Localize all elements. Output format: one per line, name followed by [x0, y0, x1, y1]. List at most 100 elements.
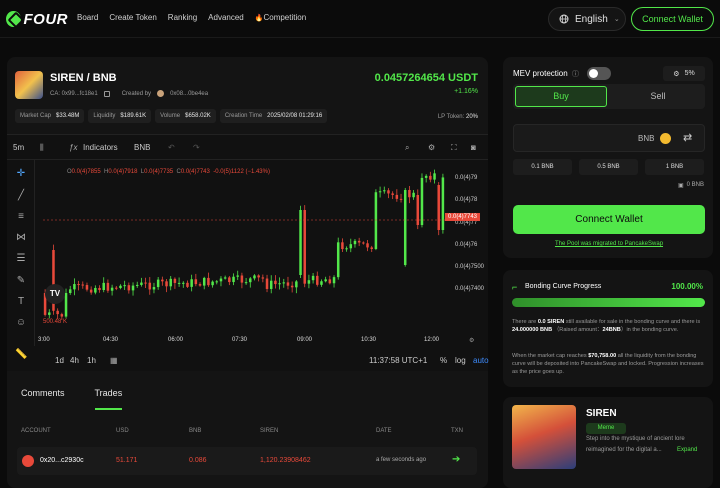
quick-amount-1[interactable]: 1 BNB [645, 159, 704, 175]
text-icon[interactable]: T [15, 297, 27, 307]
volume-label: 500.48 K [43, 319, 68, 325]
nav-board[interactable]: Board [77, 13, 98, 22]
txn-link-icon[interactable]: ➔ [452, 454, 460, 465]
trade-date: a few seconds ago [376, 457, 427, 463]
ruler-icon[interactable]: 📏 [15, 350, 27, 360]
token-card-name: SIREN [586, 408, 617, 419]
mev-toggle[interactable] [587, 67, 611, 80]
fib-icon[interactable]: ☰ [15, 254, 27, 264]
camera-icon[interactable]: ◙ [471, 143, 476, 152]
amount-input[interactable]: BNB ⇄ [513, 124, 705, 152]
drawing-toolbar: ✛ ╱ ≡ ⋈ ☰ ✎ T ☺ 📏 [7, 160, 35, 360]
candle-body [341, 242, 344, 250]
info-icon[interactable]: ⓘ [572, 69, 579, 79]
candle-body [424, 175, 428, 178]
quote-selector[interactable]: BNB [134, 143, 150, 152]
created-by-label: Created by [121, 90, 152, 97]
fx-icon[interactable]: ƒx [69, 143, 77, 152]
brush-icon[interactable]: ✎ [15, 276, 27, 286]
fullscreen-icon[interactable]: ⛶ [451, 143, 457, 153]
migration-link[interactable]: The Pool was migrated to PancakeSwap [513, 241, 705, 247]
currency-label: BNB [638, 134, 655, 143]
candle-body [269, 280, 273, 289]
nav-competition[interactable]: 🔥Competition [255, 13, 306, 22]
calendar-icon[interactable]: ▦ [110, 356, 118, 365]
buy-tab[interactable]: Buy [515, 86, 607, 107]
redo-icon[interactable]: ↷ [193, 143, 200, 152]
emoji-icon[interactable]: ☺ [15, 318, 27, 328]
trade-usd: 51.171 [116, 457, 138, 464]
undo-icon[interactable]: ↶ [168, 143, 175, 152]
range-1d[interactable]: 1d [55, 356, 64, 365]
candle-body [286, 282, 290, 286]
auto-toggle[interactable]: auto [473, 356, 489, 365]
trendline-icon[interactable]: ╱ [15, 191, 27, 201]
nav-ranking[interactable]: Ranking [168, 13, 197, 22]
percent-toggle[interactable]: % [440, 356, 447, 365]
header-connect-wallet-button[interactable]: Connect Wallet [631, 7, 714, 31]
copy-icon[interactable] [103, 90, 110, 97]
tradingview-logo[interactable]: TV [45, 284, 65, 304]
quick-amount-0.1[interactable]: 0.1 BNB [513, 159, 572, 175]
trade-bnb: 0.086 [189, 457, 207, 464]
crosshair-icon[interactable]: ✛ [15, 169, 27, 179]
four-logo[interactable]: FOUR [6, 8, 68, 30]
candle-body [345, 248, 348, 250]
stat-creation-time: Creation Time 2025/02/08 01:29:16 [219, 109, 328, 123]
candle-body [215, 281, 219, 283]
quick-amount-0.5[interactable]: 0.5 BNB [579, 159, 638, 175]
nav-create-token[interactable]: Create Token [109, 13, 156, 22]
last-price-tag: 0.0(4)7743 [445, 213, 481, 221]
tab-trades[interactable]: Trades [94, 388, 123, 410]
bonding-icon: ⌐ [512, 282, 518, 292]
expand-link[interactable]: Expand [677, 447, 697, 453]
token-card-desc-1: Step into the mystique of ancient lore [586, 436, 685, 442]
candle-body [290, 285, 294, 288]
candle-body [353, 240, 357, 245]
candle-body [299, 210, 302, 275]
language-label: English [575, 13, 608, 25]
candle-body [190, 279, 193, 287]
candle-body [186, 282, 189, 287]
sliders-icon: ⚙ [673, 70, 680, 78]
language-selector[interactable]: English ⌄ [548, 7, 626, 31]
candle-body [73, 284, 76, 290]
settings-icon[interactable]: ⚙ [428, 143, 435, 152]
connect-wallet-button[interactable]: Connect Wallet [513, 205, 705, 234]
candle-type-icon[interactable]: ⫼ [40, 143, 44, 153]
bonding-text-1: There are 0.0 SIREN still available for … [512, 319, 701, 333]
range-1h[interactable]: 1h [87, 356, 96, 365]
slippage-button[interactable]: ⚙ 5% [663, 66, 705, 81]
trade-row[interactable]: 0x20...c2930c 51.171 0.086 1,120.2390846… [17, 447, 477, 475]
horizontal-lines-icon[interactable]: ≡ [15, 212, 27, 222]
candle-body [416, 195, 420, 225]
sell-tab[interactable]: Sell [613, 86, 703, 107]
axis-settings-icon[interactable]: ⚙ [469, 337, 474, 344]
indicators-button[interactable]: Indicators [83, 143, 118, 152]
magnifier-icon[interactable]: ⌕ [405, 143, 409, 153]
candle-body [102, 282, 105, 291]
swap-direction-icon[interactable]: ⇄ [683, 131, 692, 144]
range-4h[interactable]: 4h [70, 356, 79, 365]
candle-body [81, 284, 85, 286]
tab-comments[interactable]: Comments [21, 388, 65, 410]
trade-account[interactable]: 0x20...c2930c [40, 457, 84, 464]
candle-body [152, 287, 156, 290]
creator-address[interactable]: 0x08...0be4ea [170, 91, 208, 97]
candle-body [169, 278, 172, 287]
chart-bottom-toolbar: 1d 4h 1h ▦ 11:37:58 UTC+1 % log auto [35, 347, 489, 372]
interval-selector[interactable]: 5m [13, 143, 24, 152]
trader-avatar [22, 455, 34, 467]
pattern-icon[interactable]: ⋈ [15, 233, 27, 243]
pair-title: SIREN / BNB [50, 72, 117, 84]
candle-body [282, 282, 286, 284]
log-toggle[interactable]: log [455, 356, 466, 365]
chevron-down-icon: ⌄ [613, 16, 620, 23]
candle-body [349, 244, 353, 249]
candle-body [278, 283, 281, 285]
candle-body [207, 277, 210, 286]
bonding-text-2: When the market cap reaches $70,758.00 a… [512, 353, 704, 375]
nav-advanced[interactable]: Advanced [208, 13, 244, 22]
candle-body [48, 312, 51, 315]
candle-body [274, 280, 277, 285]
